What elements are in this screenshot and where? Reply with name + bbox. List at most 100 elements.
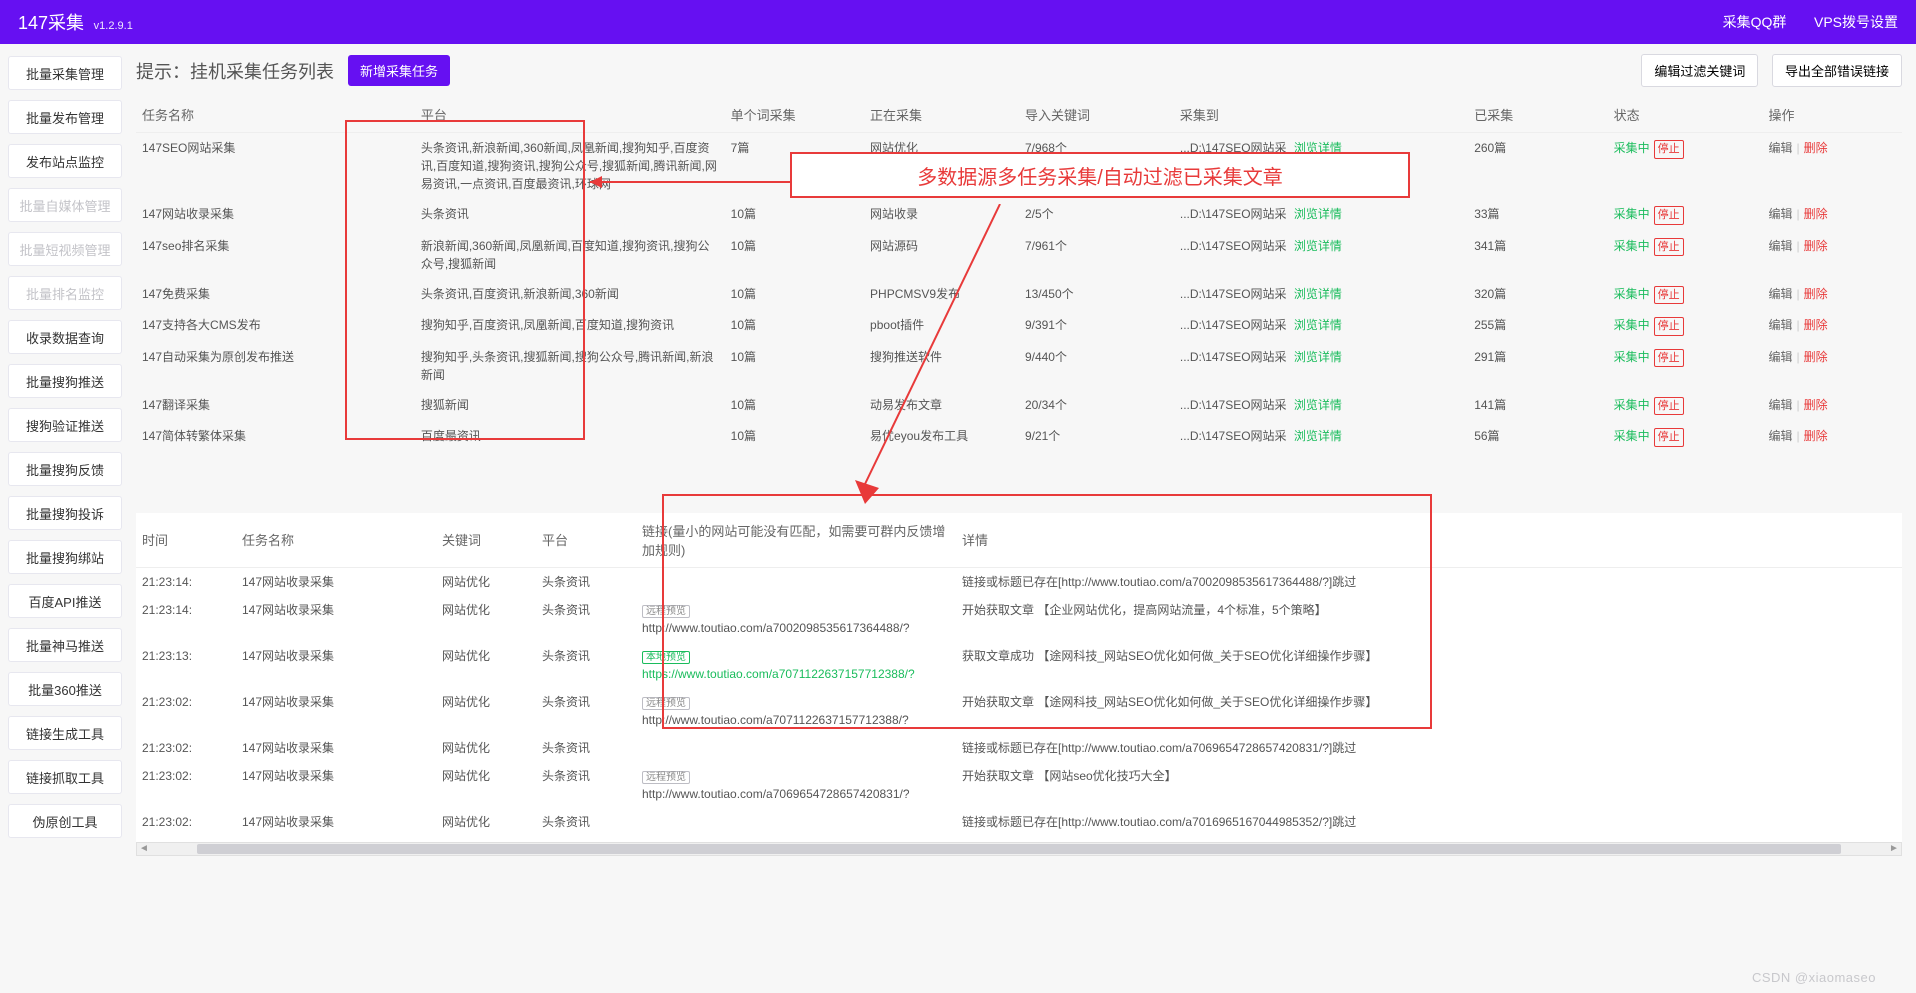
sidebar-item-16[interactable]: 链接抓取工具 — [8, 760, 122, 794]
task-cell: 头条资讯,百度资讯,新浪新闻,360新闻 — [415, 279, 725, 311]
log-cell: 147网站收录采集 — [236, 734, 436, 762]
log-col: 任务名称 — [236, 513, 436, 568]
export-errors-button[interactable]: 导出全部错误链接 — [1772, 54, 1902, 87]
new-task-button[interactable]: 新增采集任务 — [348, 55, 450, 86]
log-link-cell — [636, 567, 956, 596]
edit-link[interactable]: 编辑 — [1769, 239, 1793, 253]
browse-link[interactable]: 浏览详情 — [1294, 429, 1342, 443]
link-vps-dial[interactable]: VPS拨号设置 — [1814, 14, 1898, 30]
horizontal-scrollbar[interactable]: ◄ ► — [136, 842, 1902, 856]
delete-link[interactable]: 删除 — [1804, 239, 1828, 253]
browse-link[interactable]: 浏览详情 — [1294, 398, 1342, 412]
sidebar-item-8[interactable]: 搜狗验证推送 — [8, 408, 122, 442]
task-col: 操作 — [1763, 97, 1903, 133]
panel-title: 提示：挂机采集任务列表 — [136, 58, 334, 84]
log-col: 链接(量小的网站可能没有匹配，如需要可群内反馈增加规则) — [636, 513, 956, 568]
edit-link[interactable]: 编辑 — [1769, 318, 1793, 332]
sidebar-item-3: 批量自媒体管理 — [8, 188, 122, 222]
sidebar-item-7[interactable]: 批量搜狗推送 — [8, 364, 122, 398]
browse-link[interactable]: 浏览详情 — [1294, 287, 1342, 301]
edit-link[interactable]: 编辑 — [1769, 429, 1793, 443]
browse-link[interactable]: 浏览详情 — [1294, 318, 1342, 332]
browse-link[interactable]: 浏览详情 — [1294, 239, 1342, 253]
edit-link[interactable]: 编辑 — [1769, 207, 1793, 221]
log-cell: 网站优化 — [436, 734, 536, 762]
sidebar-item-1[interactable]: 批量发布管理 — [8, 100, 122, 134]
sidebar-item-14[interactable]: 批量360推送 — [8, 672, 122, 706]
link-qq-group[interactable]: 采集QQ群 — [1723, 14, 1787, 30]
stop-button[interactable]: 停止 — [1654, 140, 1684, 159]
task-cell: 147免费采集 — [136, 279, 415, 311]
sidebar-item-12[interactable]: 百度API推送 — [8, 584, 122, 618]
remote-preview-badge[interactable]: 远程预览 — [642, 771, 690, 784]
sidebar-item-6[interactable]: 收录数据查询 — [8, 320, 122, 354]
sidebar-item-2[interactable]: 发布站点监控 — [8, 144, 122, 178]
task-cell: 网站源码 — [864, 231, 1019, 279]
delete-link[interactable]: 删除 — [1804, 318, 1828, 332]
log-link[interactable]: http://www.toutiao.com/a7069654728657420… — [642, 787, 910, 801]
task-cell: 255篇 — [1468, 310, 1607, 342]
stop-button[interactable]: 停止 — [1654, 428, 1684, 447]
sidebar-item-17[interactable]: 伪原创工具 — [8, 804, 122, 838]
edit-link[interactable]: 编辑 — [1769, 398, 1793, 412]
stop-button[interactable]: 停止 — [1654, 317, 1684, 336]
local-preview-badge[interactable]: 本地预览 — [642, 651, 690, 664]
browse-link[interactable]: 浏览详情 — [1294, 350, 1342, 364]
edit-link[interactable]: 编辑 — [1769, 287, 1793, 301]
sidebar-item-15[interactable]: 链接生成工具 — [8, 716, 122, 750]
filter-keywords-button[interactable]: 编辑过滤关键词 — [1641, 54, 1758, 87]
scroll-thumb[interactable] — [197, 844, 1841, 854]
sidebar-item-9[interactable]: 批量搜狗反馈 — [8, 452, 122, 486]
browse-link[interactable]: 浏览详情 — [1294, 207, 1342, 221]
task-status: 采集中停止 — [1608, 310, 1763, 342]
task-cell: 搜狗知乎,百度资讯,凤凰新闻,百度知道,搜狗资讯 — [415, 310, 725, 342]
scroll-left-icon[interactable]: ◄ — [137, 843, 151, 855]
edit-link[interactable]: 编辑 — [1769, 141, 1793, 155]
log-cell: 网站优化 — [436, 688, 536, 734]
sidebar-item-0[interactable]: 批量采集管理 — [8, 56, 122, 90]
task-cell-to: ...D:\147SEO网站采 浏览详情 — [1174, 199, 1468, 231]
task-ops: 编辑|删除 — [1763, 279, 1903, 311]
log-cell: 147网站收录采集 — [236, 688, 436, 734]
delete-link[interactable]: 删除 — [1804, 287, 1828, 301]
scroll-right-icon[interactable]: ► — [1887, 843, 1901, 855]
log-cell: 147网站收录采集 — [236, 808, 436, 836]
sidebar-item-11[interactable]: 批量搜狗绑站 — [8, 540, 122, 574]
edit-link[interactable]: 编辑 — [1769, 350, 1793, 364]
remote-preview-badge[interactable]: 远程预览 — [642, 605, 690, 618]
app-version: v1.2.9.1 — [94, 20, 133, 32]
log-link[interactable]: https://www.toutiao.com/a707112263715771… — [642, 667, 915, 681]
stop-button[interactable]: 停止 — [1654, 238, 1684, 257]
task-cell: 10篇 — [725, 390, 864, 422]
delete-link[interactable]: 删除 — [1804, 207, 1828, 221]
task-status: 采集中停止 — [1608, 390, 1763, 422]
log-row: 21:23:02:147网站收录采集网站优化头条资讯链接或标题已存在[http:… — [136, 734, 1902, 762]
delete-link[interactable]: 删除 — [1804, 141, 1828, 155]
log-link[interactable]: http://www.toutiao.com/a7002098535617364… — [642, 621, 910, 635]
log-row: 21:23:14:147网站收录采集网站优化头条资讯远程预览http://www… — [136, 596, 1902, 642]
task-col: 平台 — [415, 97, 725, 133]
sidebar-item-10[interactable]: 批量搜狗投诉 — [8, 496, 122, 530]
stop-button[interactable]: 停止 — [1654, 206, 1684, 225]
log-link[interactable]: http://www.toutiao.com/a7071122637157712… — [642, 713, 909, 727]
log-row: 21:23:02:147网站收录采集网站优化头条资讯远程预览http://www… — [136, 762, 1902, 808]
sidebar-item-13[interactable]: 批量神马推送 — [8, 628, 122, 662]
stop-button[interactable]: 停止 — [1654, 349, 1684, 368]
task-cell: 147SEO网站采集 — [136, 133, 415, 200]
log-cell: 头条资讯 — [536, 596, 636, 642]
task-col: 正在采集 — [864, 97, 1019, 133]
delete-link[interactable]: 删除 — [1804, 350, 1828, 364]
task-status: 采集中停止 — [1608, 342, 1763, 390]
task-ops: 编辑|删除 — [1763, 310, 1903, 342]
delete-link[interactable]: 删除 — [1804, 429, 1828, 443]
delete-link[interactable]: 删除 — [1804, 398, 1828, 412]
log-detail: 开始获取文章 【途网科技_网站SEO优化如何做_关于SEO优化详细操作步骤】 — [956, 688, 1902, 734]
stop-button[interactable]: 停止 — [1654, 397, 1684, 416]
log-detail: 链接或标题已存在[http://www.toutiao.com/a7016965… — [956, 808, 1902, 836]
remote-preview-badge[interactable]: 远程预览 — [642, 697, 690, 710]
task-col: 单个词采集 — [725, 97, 864, 133]
stop-button[interactable]: 停止 — [1654, 286, 1684, 305]
log-cell: 147网站收录采集 — [236, 762, 436, 808]
task-cell: 147自动采集为原创发布推送 — [136, 342, 415, 390]
topbar: 147采集 v1.2.9.1 采集QQ群 VPS拨号设置 — [0, 0, 1916, 44]
